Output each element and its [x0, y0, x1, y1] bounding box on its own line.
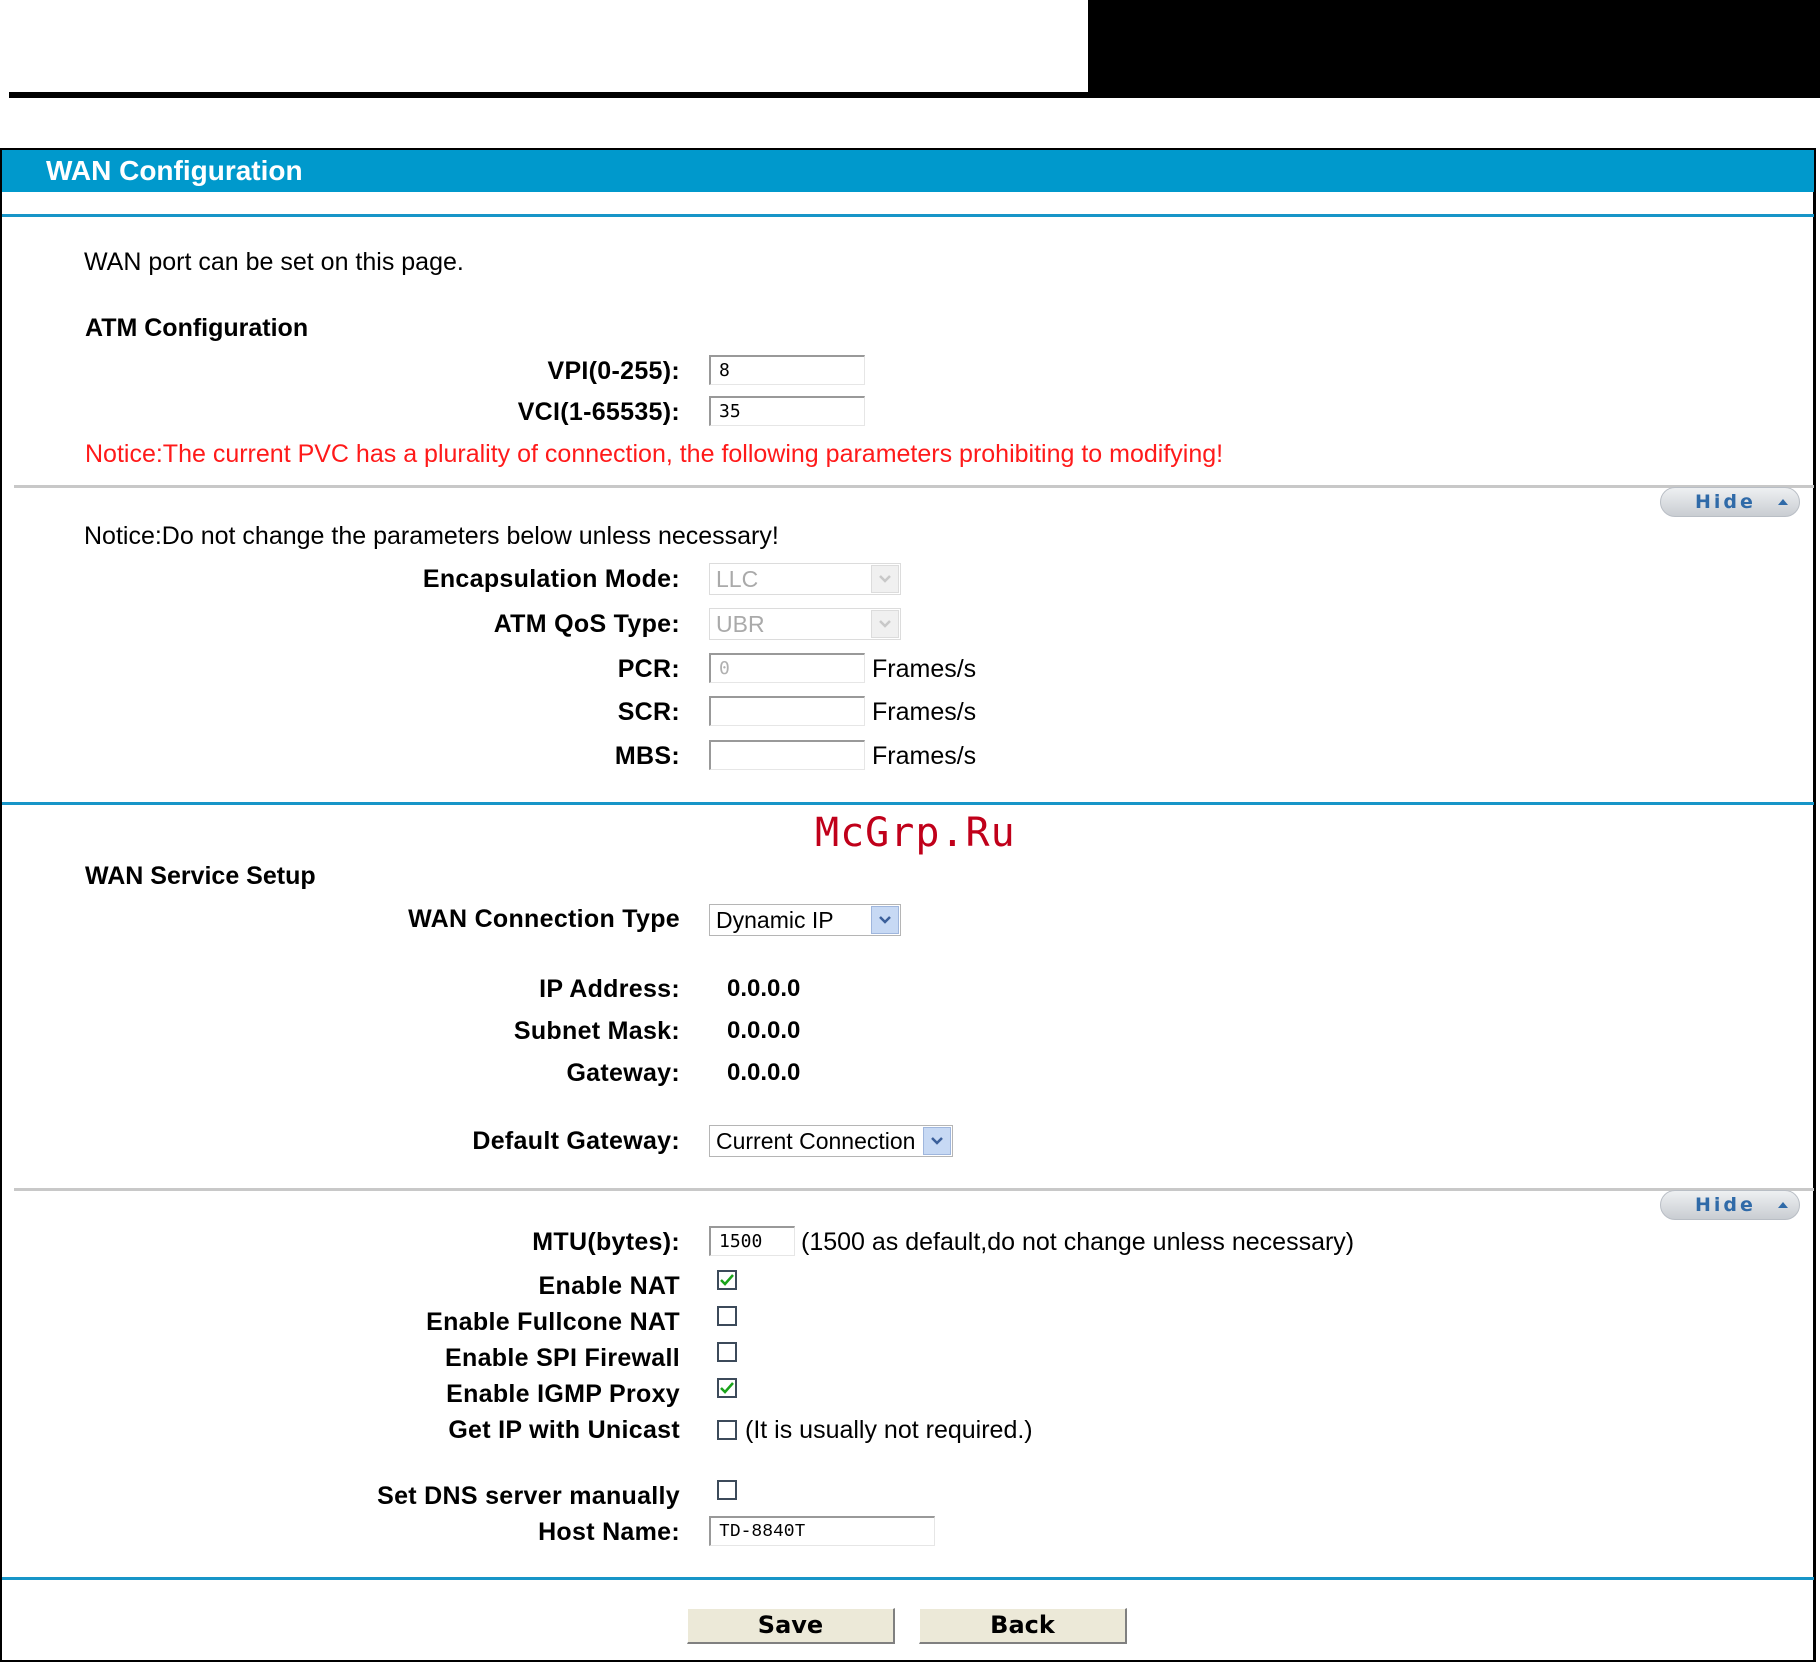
- unicast-label: Get IP with Unicast: [448, 1416, 680, 1444]
- spi-firewall-checkbox[interactable]: [717, 1342, 737, 1362]
- intro-text: WAN port can be set on this page.: [84, 248, 464, 276]
- connection-type-label: WAN Connection Type: [408, 905, 680, 933]
- hide-label: Hide: [1695, 491, 1756, 513]
- ip-address-value: 0.0.0.0: [727, 975, 801, 1002]
- back-button[interactable]: Back: [919, 1608, 1127, 1644]
- gateway-value: 0.0.0.0: [727, 1059, 801, 1086]
- dns-manual-checkbox[interactable]: [717, 1480, 737, 1500]
- hide-label: Hide: [1695, 1194, 1756, 1216]
- section-divider: [14, 1188, 1814, 1191]
- chevron-down-icon: [871, 610, 899, 638]
- scr-input[interactable]: [709, 696, 865, 726]
- chevron-up-icon: [1778, 499, 1788, 505]
- pcr-unit: Frames/s: [872, 655, 977, 683]
- wan-service-heading: WAN Service Setup: [85, 862, 316, 890]
- hide-atm-advanced-button[interactable]: Hide: [1660, 487, 1800, 517]
- hide-wan-advanced-button[interactable]: Hide: [1660, 1190, 1800, 1220]
- scr-unit: Frames/s: [872, 698, 977, 726]
- subnet-mask-value: 0.0.0.0: [727, 1017, 801, 1044]
- header-rule: [9, 92, 1089, 98]
- unicast-hint: (It is usually not required.): [745, 1416, 1033, 1444]
- qos-label: ATM QoS Type:: [493, 610, 680, 638]
- hostname-label: Host Name:: [538, 1518, 680, 1546]
- vpi-input[interactable]: 8: [709, 355, 865, 385]
- pcr-label: PCR:: [617, 655, 680, 683]
- page-title: WAN Configuration: [46, 155, 303, 186]
- unicast-checkbox[interactable]: [717, 1420, 737, 1440]
- subnet-mask-label: Subnet Mask:: [513, 1017, 680, 1045]
- header-black-block: [1088, 0, 1820, 98]
- advanced-notice: Notice:Do not change the parameters belo…: [84, 522, 779, 550]
- scr-label: SCR:: [617, 698, 680, 726]
- pvc-notice: Notice:The current PVC has a plurality o…: [85, 440, 1224, 468]
- connection-type-value: Dynamic IP: [716, 907, 834, 933]
- mbs-label: MBS:: [614, 742, 680, 770]
- watermark: McGrp.Ru: [815, 810, 1016, 856]
- nat-label: Enable NAT: [538, 1272, 680, 1300]
- encapsulation-value: LLC: [716, 566, 759, 592]
- vpi-label: VPI(0-255):: [547, 357, 680, 385]
- atm-heading: ATM Configuration: [85, 314, 309, 342]
- mtu-label: MTU(bytes):: [532, 1228, 680, 1256]
- igmp-proxy-checkbox[interactable]: [717, 1378, 737, 1398]
- save-button[interactable]: Save: [687, 1608, 895, 1644]
- section-divider: [14, 485, 1814, 488]
- fullcone-checkbox[interactable]: [717, 1306, 737, 1326]
- chevron-down-icon: [871, 565, 899, 593]
- pcr-input[interactable]: 0: [709, 653, 865, 683]
- vci-label: VCI(1-65535):: [517, 398, 680, 426]
- vci-input[interactable]: 35: [709, 396, 865, 426]
- default-gateway-value: Current Connection: [716, 1128, 916, 1154]
- section-divider: [2, 1577, 1814, 1580]
- chevron-down-icon: [923, 1127, 951, 1155]
- title-divider: [2, 214, 1814, 217]
- igmp-proxy-label: Enable IGMP Proxy: [446, 1380, 680, 1408]
- mtu-hint: (1500 as default,do not change unless ne…: [801, 1228, 1355, 1256]
- encapsulation-select[interactable]: LLC: [709, 563, 901, 595]
- encapsulation-label: Encapsulation Mode:: [422, 565, 680, 593]
- default-gateway-select[interactable]: Current Connection: [709, 1125, 953, 1157]
- connection-type-select[interactable]: Dynamic IP: [709, 904, 901, 936]
- qos-value: UBR: [716, 611, 765, 637]
- mtu-input[interactable]: 1500: [709, 1226, 795, 1256]
- chevron-down-icon: [871, 906, 899, 934]
- gateway-label: Gateway:: [566, 1059, 680, 1087]
- spi-firewall-label: Enable SPI Firewall: [445, 1344, 680, 1372]
- fullcone-label: Enable Fullcone NAT: [426, 1308, 680, 1336]
- checkmark-icon: [720, 1382, 734, 1394]
- mbs-input[interactable]: [709, 740, 865, 770]
- ip-address-label: IP Address:: [539, 975, 680, 1003]
- hostname-input[interactable]: TD-8840T: [709, 1516, 935, 1546]
- checkmark-icon: [720, 1274, 734, 1286]
- chevron-up-icon: [1778, 1202, 1788, 1208]
- section-divider: [2, 802, 1814, 805]
- default-gateway-label: Default Gateway:: [472, 1127, 680, 1155]
- qos-select[interactable]: UBR: [709, 608, 901, 640]
- mbs-unit: Frames/s: [872, 742, 977, 770]
- nat-checkbox[interactable]: [717, 1270, 737, 1290]
- dns-manual-label: Set DNS server manually: [377, 1482, 680, 1510]
